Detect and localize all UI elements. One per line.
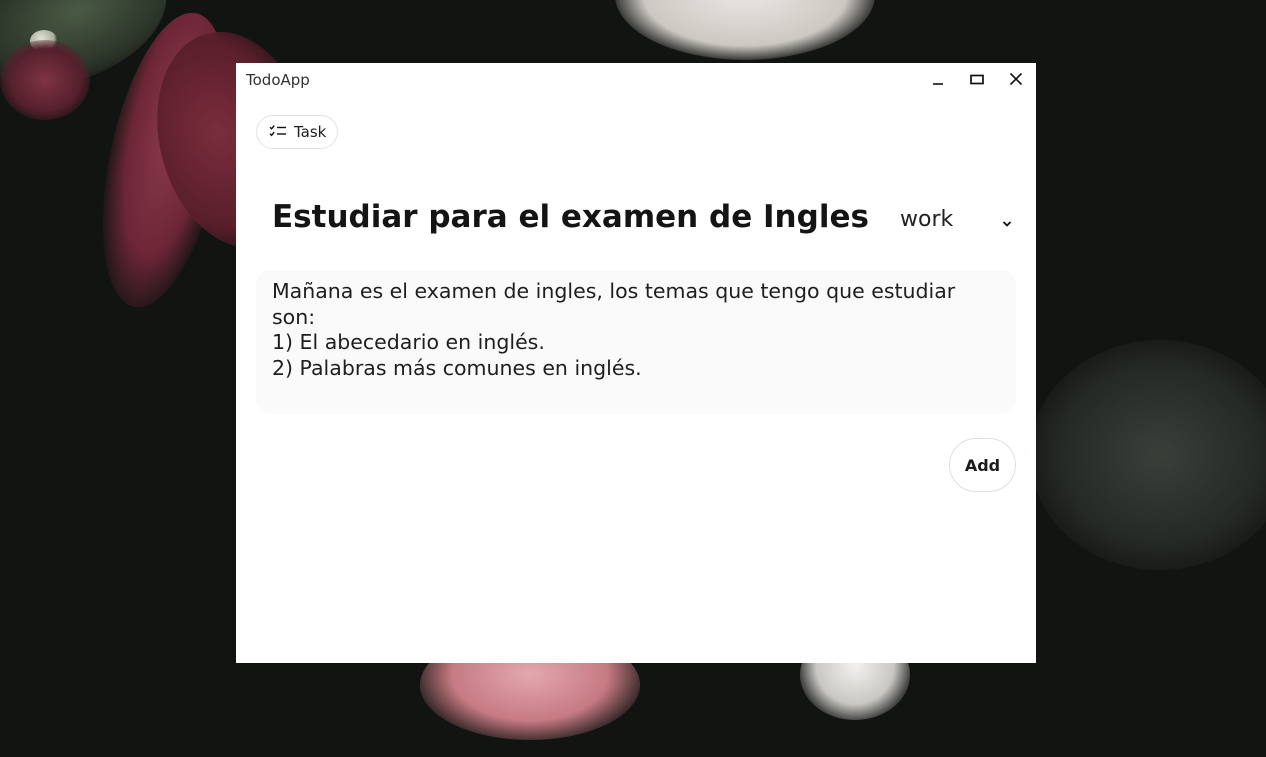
chevron-down-icon	[1002, 213, 1012, 232]
task-chip-label: Task	[294, 123, 327, 141]
description-line: 1) El abecedario en inglés.	[272, 330, 545, 354]
description-line: 2) Palabras más comunes en inglés.	[272, 355, 642, 380]
app-title: TodoApp	[246, 71, 310, 89]
wallpaper-blur	[1030, 340, 1266, 570]
title-bar[interactable]: TodoApp	[236, 63, 1036, 97]
task-nav-chip[interactable]: Task	[256, 115, 339, 149]
maximize-button[interactable]	[957, 63, 997, 97]
wallpaper-flower	[615, 0, 875, 60]
description-line: Mañana es el examen de ingles, los temas…	[272, 279, 956, 303]
task-title[interactable]: Estudiar para el examen de Ingles	[272, 199, 869, 235]
add-button[interactable]: Add	[949, 438, 1016, 492]
task-description-field[interactable]: Mañana es el examen de ingles, los temas…	[256, 270, 1016, 414]
category-selected-value: work	[900, 206, 954, 232]
desktop-wallpaper: TodoApp Task Estudiar para el examen de …	[0, 0, 1266, 757]
close-icon	[1009, 71, 1023, 90]
app-window: TodoApp Task Estudiar para el examen de …	[236, 63, 1036, 663]
category-dropdown[interactable]: work	[900, 203, 1018, 235]
checklist-icon	[269, 123, 287, 142]
minimize-icon	[932, 71, 944, 90]
close-button[interactable]	[996, 63, 1036, 97]
maximize-icon	[970, 71, 984, 90]
description-line: son:	[272, 304, 316, 329]
minimize-button[interactable]	[918, 63, 958, 97]
wallpaper-petal	[0, 40, 90, 120]
